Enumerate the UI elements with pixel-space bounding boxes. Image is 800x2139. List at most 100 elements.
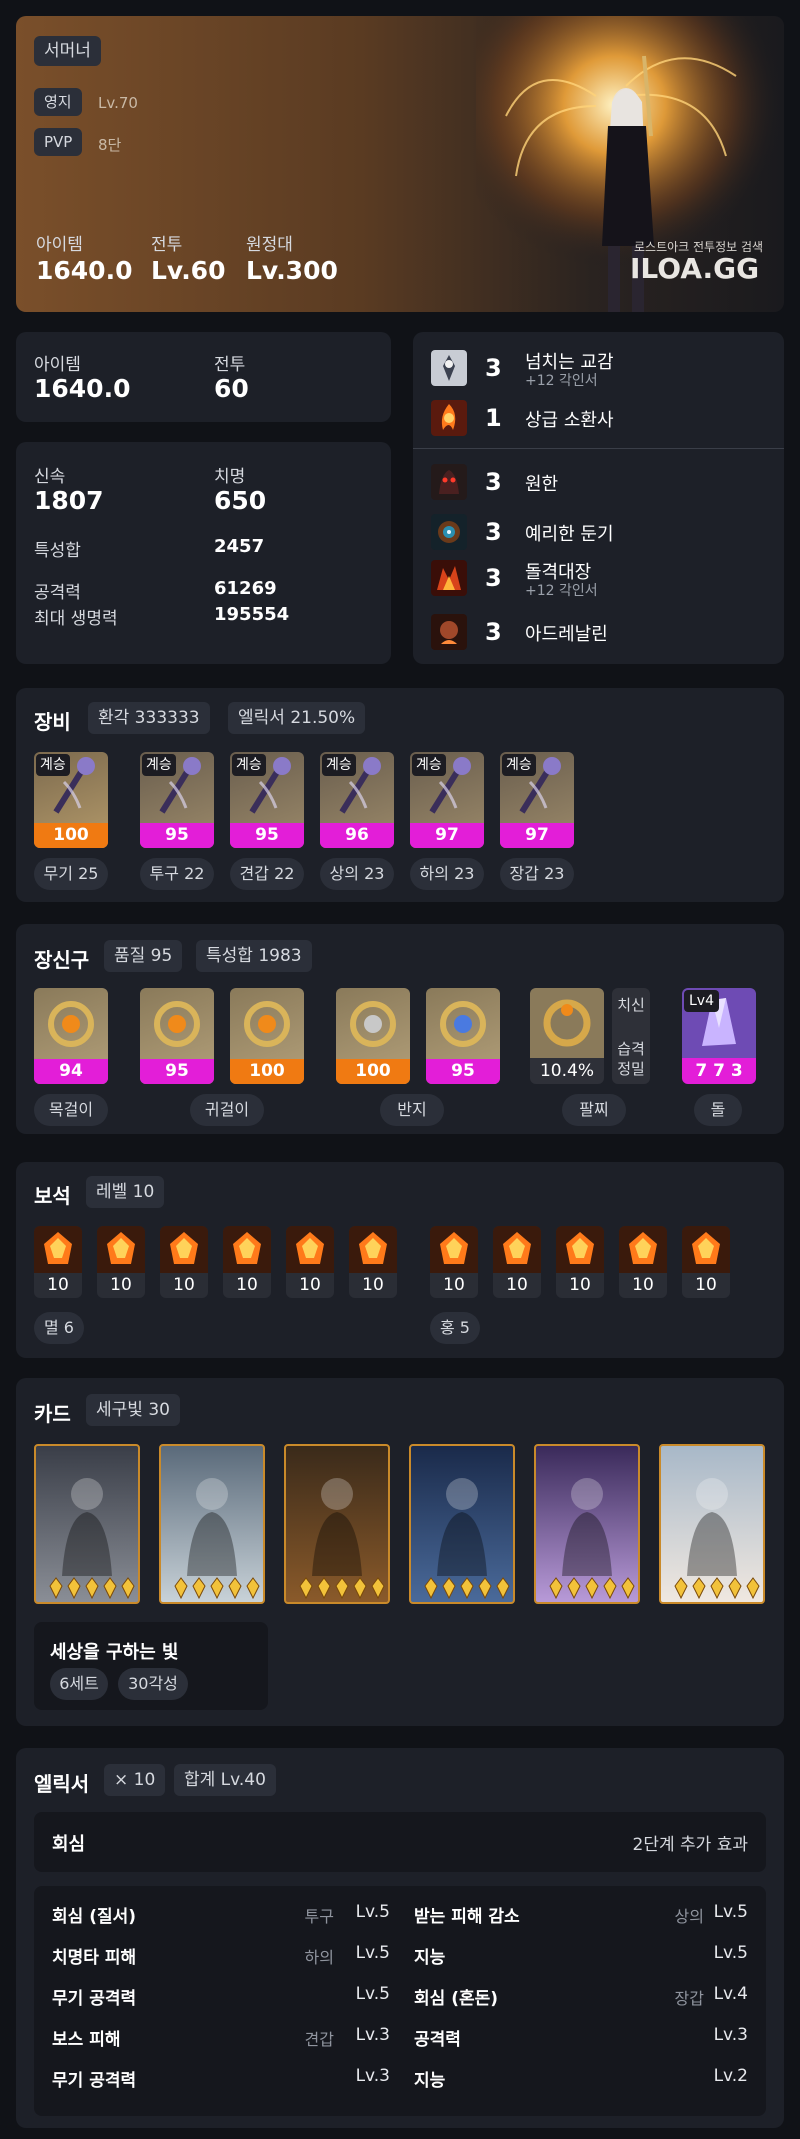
gem-level: 10: [299, 1275, 321, 1295]
ring-label: 반지: [380, 1094, 444, 1126]
engraving-row[interactable]: 1 상급 소환사: [431, 398, 771, 438]
accessory-slot[interactable]: 100: [336, 988, 410, 1084]
bracelet-slot[interactable]: 10.4%: [530, 988, 604, 1084]
card-slot[interactable]: [659, 1444, 765, 1604]
hero-item-label: 아이템: [36, 235, 83, 255]
damage-gem[interactable]: 10: [97, 1226, 145, 1298]
necklace-icon: [48, 1001, 94, 1047]
engraving-row[interactable]: 3 넘치는 교감 +12 각인서: [431, 348, 771, 389]
quality-bar: 100: [230, 1059, 304, 1084]
quality-bar: 100: [34, 823, 108, 848]
inheritance-tag: 계승: [142, 754, 176, 776]
damage-gem[interactable]: 10: [286, 1226, 334, 1298]
engraving-row[interactable]: 3 돌격대장 +12 각인서: [431, 558, 771, 599]
quality-bar: 97: [500, 823, 574, 848]
damage-gem[interactable]: 10: [160, 1226, 208, 1298]
cooldown-gem[interactable]: 10: [682, 1226, 730, 1298]
quality-bar: 100: [336, 1059, 410, 1084]
damage-gem[interactable]: 10: [349, 1226, 397, 1298]
engraving-name: 아드레날린: [525, 624, 608, 645]
card-dark-army-icon: [424, 1478, 510, 1600]
card-slot[interactable]: [409, 1444, 515, 1604]
engraving-row[interactable]: 3 예리한 둔기: [431, 512, 771, 552]
card-slot[interactable]: [534, 1444, 640, 1604]
ability-stone-slot[interactable]: Lv4 7 7 3: [682, 988, 756, 1084]
stat-total-value: 2457: [214, 536, 265, 557]
gem-level: 10: [569, 1275, 591, 1295]
adrenaline-icon: [431, 614, 467, 650]
elixir-option-level: Lv.3: [355, 2066, 390, 2086]
accessory-slot[interactable]: 94: [34, 988, 108, 1084]
card-slot[interactable]: [34, 1444, 140, 1604]
elixir-option-level: Lv.5: [355, 1902, 390, 1922]
gem-level: 10: [506, 1275, 528, 1295]
card-set-name: 세상을 구하는 빛: [50, 1642, 179, 1663]
cooldown-gem[interactable]: 10: [556, 1226, 604, 1298]
crit-label: 치명: [214, 467, 246, 487]
damage-gem[interactable]: 10: [223, 1226, 271, 1298]
card-slot[interactable]: [284, 1444, 390, 1604]
gem-icon: [286, 1226, 334, 1273]
cards-panel: 카드 세구빛 30 세상을 구하는 빛 6세트 30각성: [16, 1378, 784, 1726]
accessory-slot[interactable]: 95: [140, 988, 214, 1084]
engravings-panel: 3 넘치는 교감 +12 각인서 1 상급 소환사 3 원한 3 예리한 둔기 …: [413, 332, 784, 664]
engraving-name: 상급 소환사: [525, 410, 614, 431]
equipment-slot[interactable]: 계승 95: [230, 752, 304, 848]
elixir-option-name: 지능: [414, 2071, 446, 2091]
stone-value: 7 7 3: [682, 1058, 756, 1084]
engraving-book-tag: +12 각인서: [525, 373, 598, 389]
equipment-label: 견갑 22: [230, 858, 304, 890]
equipment-slot[interactable]: 계승 95: [140, 752, 214, 848]
gem-icon: [97, 1226, 145, 1273]
gem-icon: [223, 1226, 271, 1273]
cooldown-gem[interactable]: 10: [619, 1226, 667, 1298]
elixir-option-slot: 하의: [304, 1948, 334, 1967]
damage-gem[interactable]: 10: [34, 1226, 82, 1298]
gem-level: 10: [173, 1275, 195, 1295]
elixir-total-chip: 합계 Lv.40: [174, 1764, 276, 1796]
engraving-row[interactable]: 3 원한: [431, 462, 771, 502]
equipment-slot[interactable]: 계승 97: [410, 752, 484, 848]
card-set-chip: 세구빛 30: [86, 1394, 180, 1426]
elixir-set-effect: 2단계 추가 효과: [632, 1835, 748, 1855]
engraving-book-tag: +12 각인서: [525, 583, 598, 599]
bracelet-option-3: 정밀: [617, 1060, 645, 1078]
accessory-slot[interactable]: 95: [426, 988, 500, 1084]
quality-bar: 95: [140, 823, 214, 848]
equipment-slot[interactable]: 계승 96: [320, 752, 394, 848]
elixir-option-level: Lv.5: [713, 1943, 748, 1963]
bracelet-options: 치신 습격 정밀: [612, 988, 650, 1084]
equipment-label: 상의 23: [320, 858, 394, 890]
inheritance-tag: 계승: [36, 754, 70, 776]
elixir-option-slot: 장갑: [674, 1989, 704, 2008]
gem-icon: [34, 1226, 82, 1273]
bracelet-value: 10.4%: [539, 1061, 594, 1081]
cooldown-gem[interactable]: 10: [493, 1226, 541, 1298]
overflowing-communion-icon: [431, 350, 467, 386]
accessory-slot[interactable]: 100: [230, 988, 304, 1084]
card-slot[interactable]: [159, 1444, 265, 1604]
bracelet-option-1: 치신: [617, 996, 645, 1014]
equipment-slot[interactable]: 계승 100: [34, 752, 108, 848]
elixir-option-level: Lv.3: [713, 2025, 748, 2045]
combat-level-label: 전투: [214, 355, 246, 375]
gem-icon: [556, 1226, 604, 1273]
quality-bar: 96: [320, 823, 394, 848]
cooldown-gem[interactable]: 10: [430, 1226, 478, 1298]
card-set-box: 세상을 구하는 빛 6세트 30각성: [34, 1622, 268, 1710]
gem-level: 10: [110, 1275, 132, 1295]
elixir-option-name: 지능: [414, 1948, 446, 1968]
level-summary: 아이템 1640.0 전투 60: [16, 332, 391, 422]
earring-icon: [154, 1001, 200, 1047]
equipment-slot[interactable]: 계승 97: [500, 752, 574, 848]
max-hp-label: 최대 생명력: [34, 609, 118, 629]
card-awaken-count: 30각성: [118, 1668, 188, 1700]
engraving-row[interactable]: 3 아드레날린: [431, 612, 771, 652]
estate-level: Lv.70: [98, 94, 138, 112]
engraving-level: 3: [485, 564, 502, 592]
elixir-multiplier-chip: × 10: [104, 1764, 166, 1796]
elixir-option-level: Lv.3: [355, 2025, 390, 2045]
elixir-chip: 엘릭서 21.50%: [228, 702, 366, 734]
card-set-count: 6세트: [50, 1668, 108, 1700]
gem-icon: [619, 1226, 667, 1273]
